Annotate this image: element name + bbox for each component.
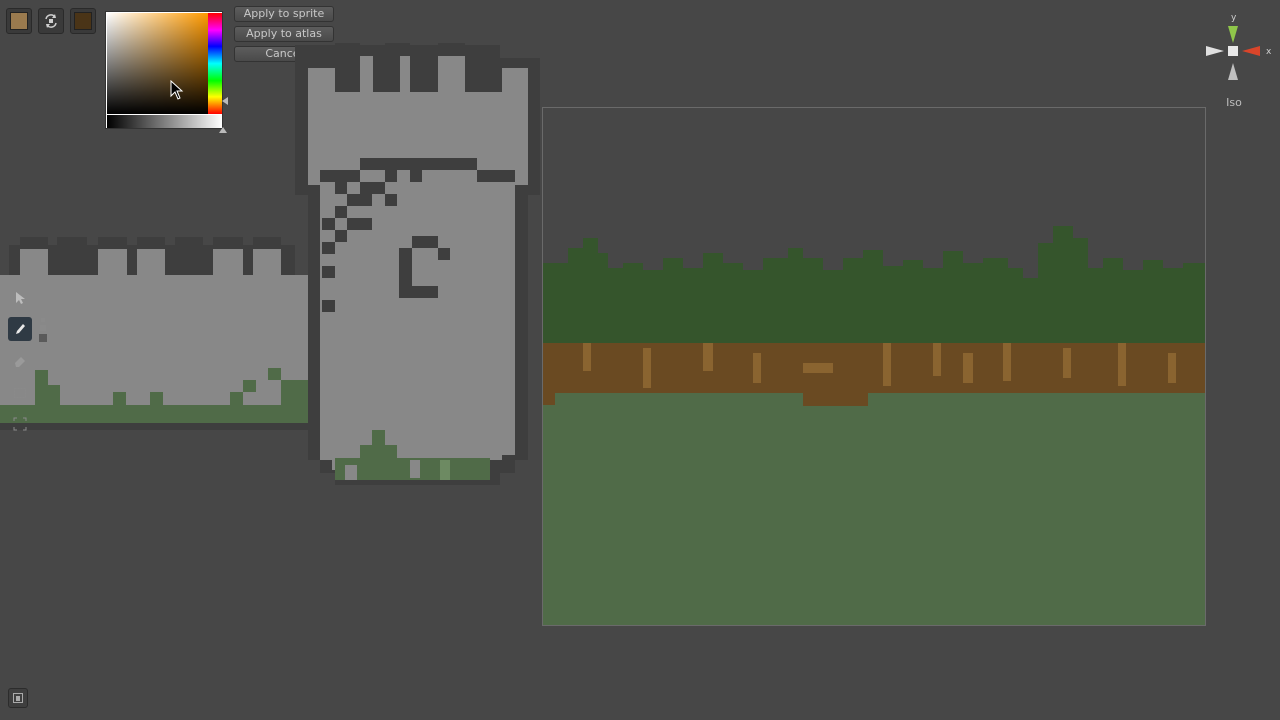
forest-background bbox=[543, 226, 1205, 625]
neg-x-axis-cone-icon[interactable] bbox=[1206, 46, 1224, 56]
pencil-tool[interactable] bbox=[8, 317, 32, 341]
gizmo-x-label: x bbox=[1266, 47, 1272, 57]
fit-icon bbox=[13, 417, 27, 431]
orientation-gizmo[interactable]: y x bbox=[1200, 8, 1280, 88]
secondary-color-swatch bbox=[74, 12, 92, 30]
tower-sprite bbox=[295, 43, 540, 485]
gizmo-y-label: y bbox=[1231, 13, 1237, 23]
brush-size-indicator[interactable] bbox=[38, 318, 48, 344]
mouse-cursor-icon bbox=[170, 80, 184, 100]
eraser-tool[interactable] bbox=[8, 349, 32, 373]
fit-tool[interactable] bbox=[8, 412, 32, 436]
y-axis-cone-icon[interactable] bbox=[1228, 26, 1238, 43]
rect-select-tool[interactable] bbox=[8, 381, 32, 405]
primary-color-swatch bbox=[10, 12, 28, 30]
secondary-color-button[interactable] bbox=[70, 8, 96, 34]
rect-select-icon bbox=[14, 388, 26, 398]
apply-to-sprite-button[interactable]: Apply to sprite bbox=[234, 6, 334, 22]
eraser-icon bbox=[15, 357, 25, 367]
neg-y-axis-cone-icon[interactable] bbox=[1228, 63, 1238, 80]
settings-button[interactable] bbox=[8, 688, 28, 708]
swap-icon bbox=[45, 14, 57, 28]
sprite-canvas[interactable] bbox=[0, 40, 540, 490]
pencil-icon bbox=[16, 324, 25, 334]
swap-colors-button[interactable] bbox=[38, 8, 64, 34]
x-axis-cone-icon[interactable] bbox=[1242, 46, 1260, 56]
select-tool[interactable] bbox=[8, 286, 32, 310]
select-arrow-icon bbox=[16, 292, 25, 304]
scene-view[interactable] bbox=[542, 107, 1206, 626]
projection-mode-label[interactable]: Iso bbox=[1222, 96, 1246, 109]
gizmo-center-icon[interactable] bbox=[1228, 46, 1238, 56]
primary-color-button[interactable] bbox=[6, 8, 32, 34]
frame-icon bbox=[13, 693, 23, 703]
